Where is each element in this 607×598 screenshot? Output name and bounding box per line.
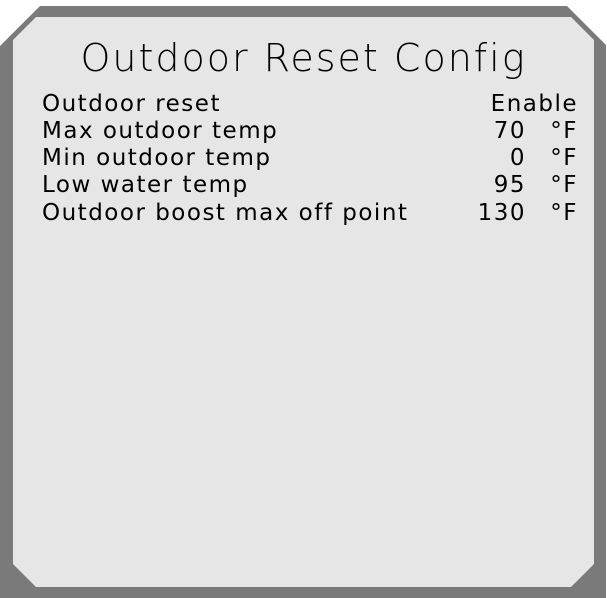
setting-row-outdoor-reset[interactable]: Outdoor reset Enable — [42, 91, 578, 118]
setting-value: 130 — [477, 200, 526, 226]
setting-unit: °F — [550, 172, 578, 198]
setting-value: 0 — [509, 145, 526, 171]
setting-label: Low water temp — [42, 172, 249, 198]
setting-row-min-outdoor-temp[interactable]: Min outdoor temp 0 °F — [42, 145, 578, 172]
setting-value: 70 — [493, 118, 526, 144]
setting-unit: °F — [550, 145, 578, 171]
setting-label: Outdoor reset — [42, 91, 221, 117]
setting-row-max-outdoor-temp[interactable]: Max outdoor temp 70 °F — [42, 118, 578, 145]
setting-row-outdoor-boost-max-off-point[interactable]: Outdoor boost max off point 130 °F — [42, 200, 578, 227]
setting-unit: °F — [550, 118, 578, 144]
page-title: Outdoor Reset Config — [80, 36, 527, 80]
setting-label: Min outdoor temp — [42, 145, 272, 171]
setting-value: Enable — [490, 91, 578, 117]
setting-label: Max outdoor temp — [42, 118, 279, 144]
config-screen: Outdoor Reset Config Outdoor reset Enabl… — [0, 0, 607, 598]
setting-row-low-water-temp[interactable]: Low water temp 95 °F — [42, 172, 578, 199]
setting-label: Outdoor boost max off point — [42, 200, 409, 226]
setting-unit: °F — [550, 200, 578, 226]
setting-value: 95 — [493, 172, 526, 198]
